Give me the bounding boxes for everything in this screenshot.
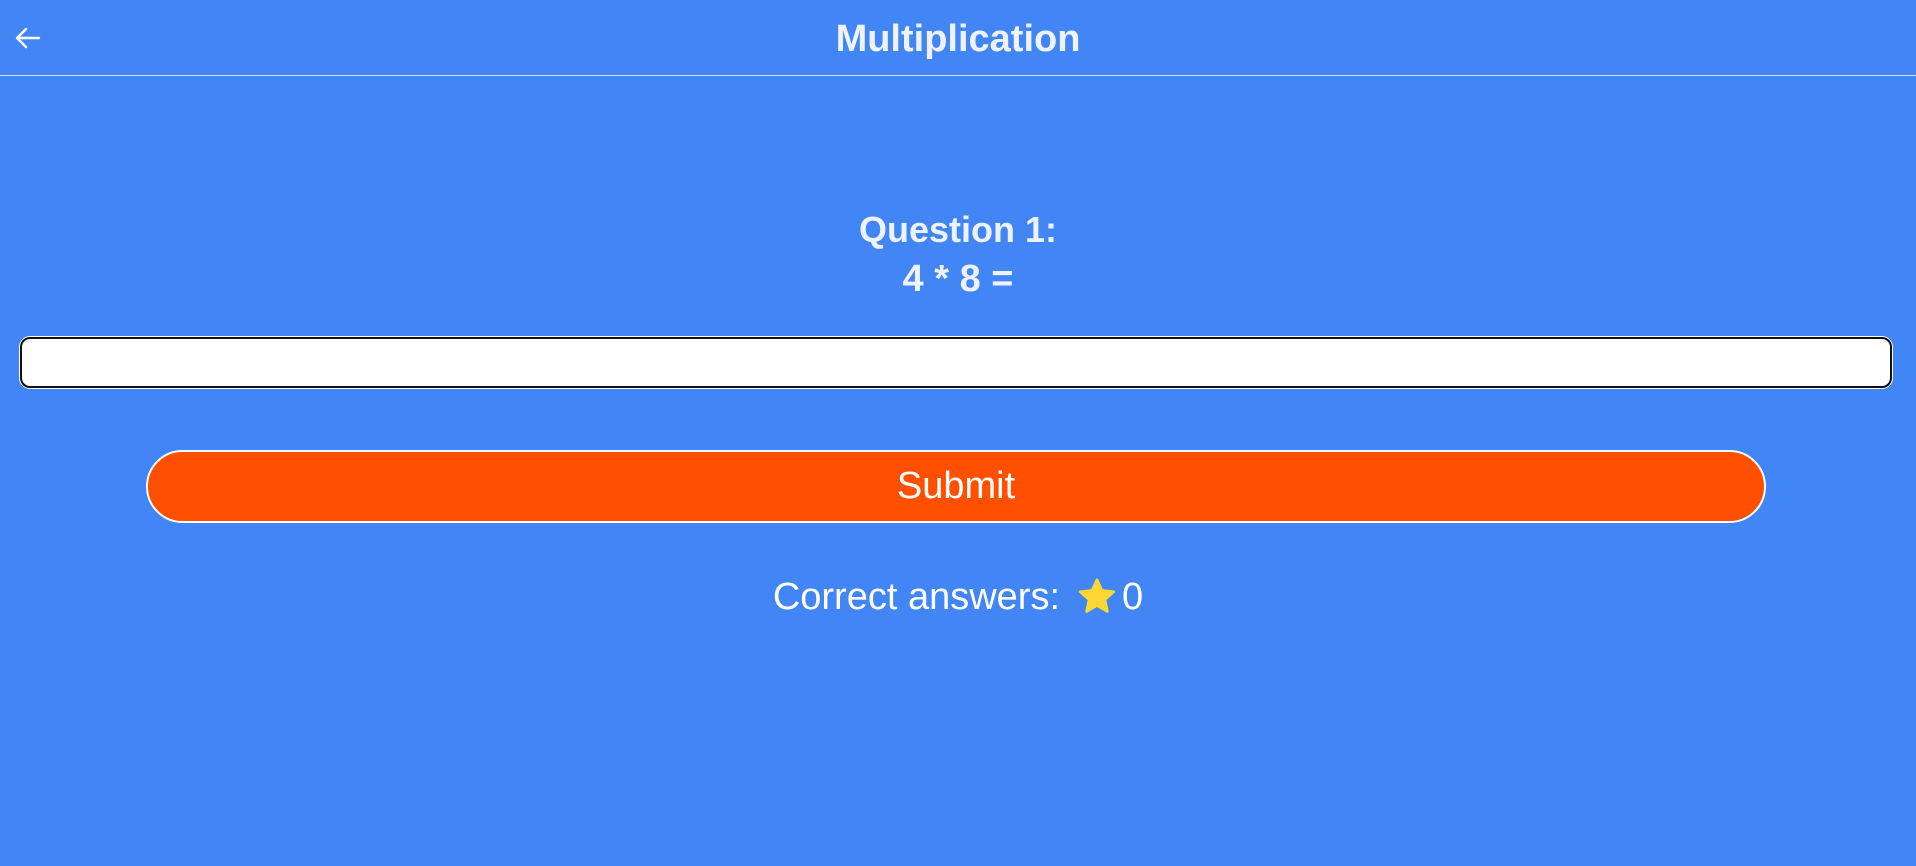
answer-input[interactable]	[20, 337, 1892, 388]
page-title: Multiplication	[835, 18, 1081, 60]
header-bar: Multiplication	[0, 0, 1916, 76]
score-row: Correct answers: 0	[0, 572, 1916, 622]
star-icon	[1076, 576, 1118, 618]
score-count: 0	[1122, 576, 1144, 618]
question-block: Question 1: 4 * 8 =	[0, 206, 1916, 304]
question-label: Question 1:	[858, 209, 1058, 250]
app-root: Multiplication Question 1: 4 * 8 = Submi…	[0, 0, 1916, 866]
submit-button[interactable]: Submit	[146, 450, 1766, 523]
question-expression: 4 * 8 =	[902, 258, 1014, 300]
submit-button-label: Submit	[896, 465, 1016, 507]
score-label: Correct answers:	[772, 576, 1061, 618]
